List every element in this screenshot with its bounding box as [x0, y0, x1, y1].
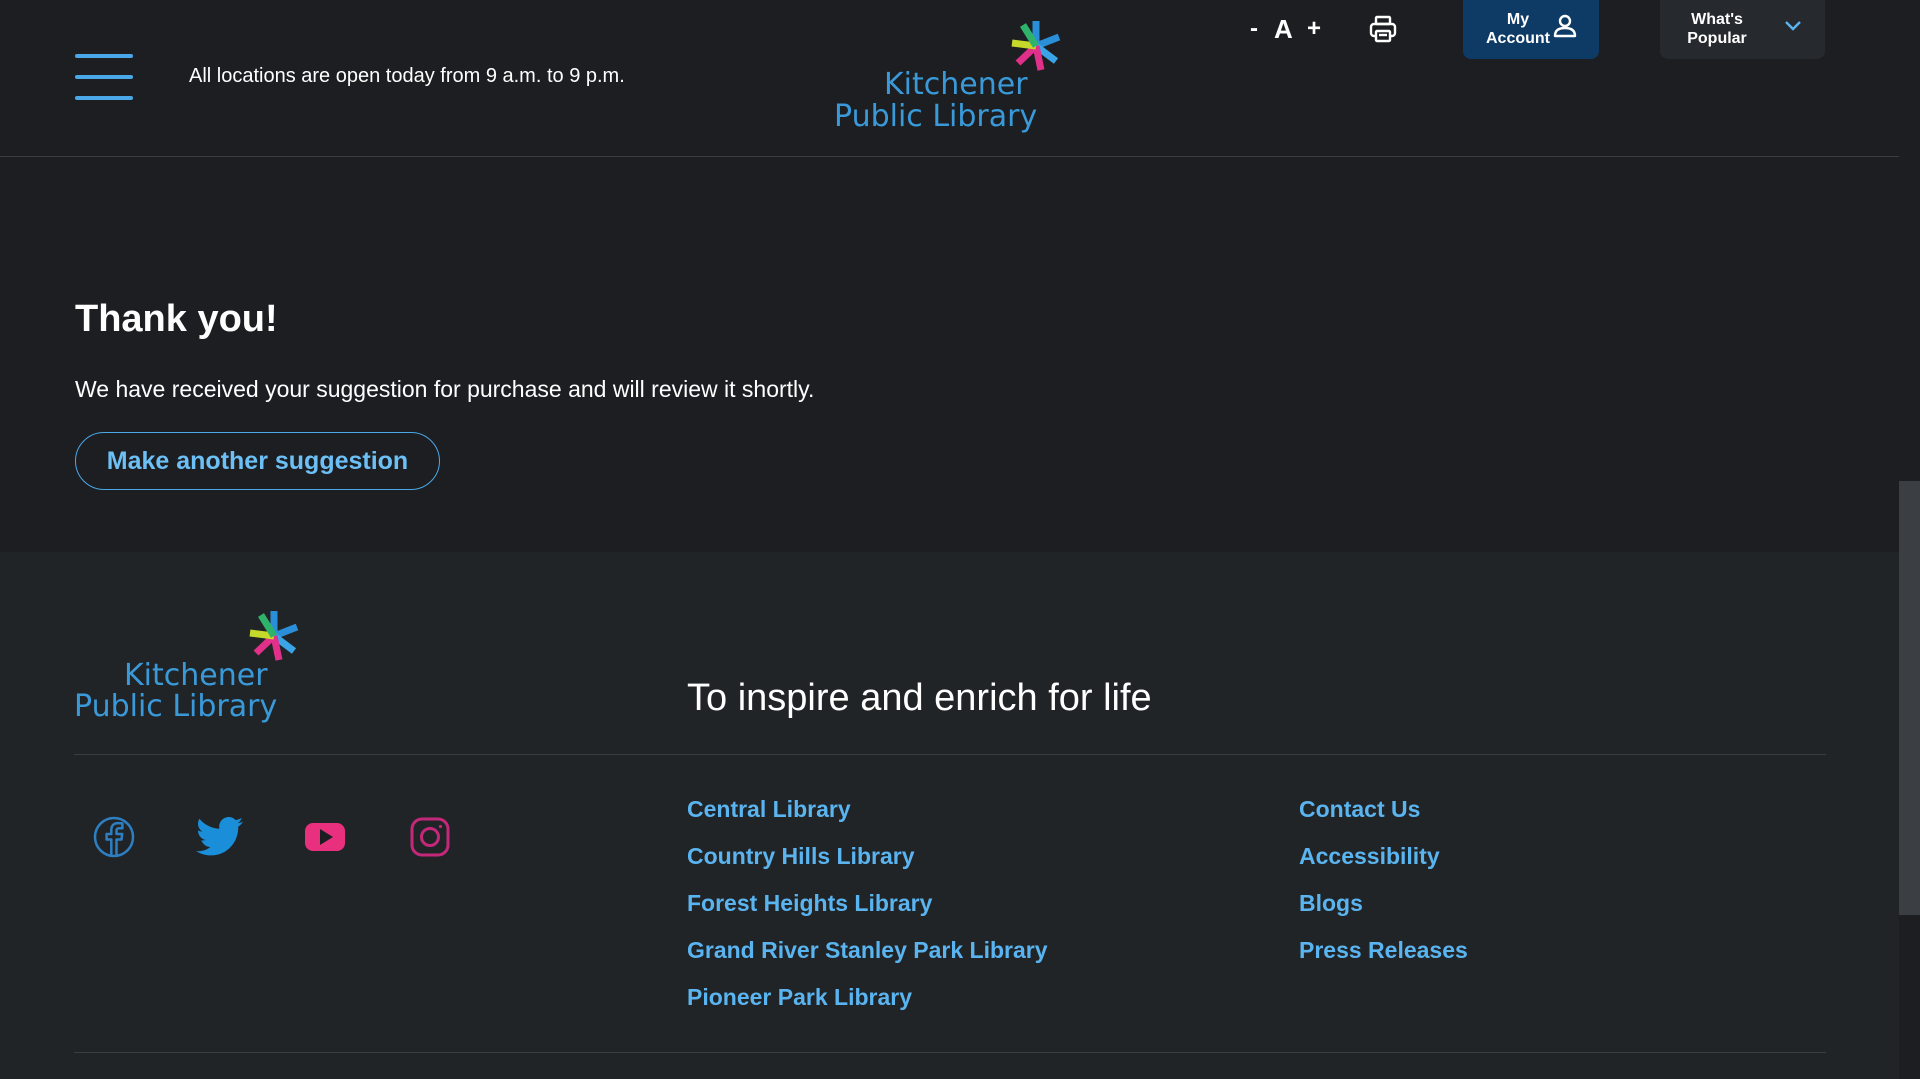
popular-label-line-2: Popular: [1687, 30, 1747, 47]
decrease-font-button[interactable]: -: [1250, 14, 1258, 44]
page-title: Thank you!: [75, 298, 278, 340]
hours-notice: All locations are open today from 9 a.m.…: [189, 65, 625, 87]
scrollbar-thumb[interactable]: [1899, 481, 1920, 915]
site-footer: Kitchener Public Library To inspire and …: [0, 552, 1899, 1079]
footer-logo-line-2: Public Library: [74, 689, 278, 724]
chevron-down-icon: [1785, 21, 1801, 31]
whats-popular-dropdown[interactable]: What's Popular: [1660, 0, 1825, 59]
page: All locations are open today from 9 a.m.…: [0, 0, 1920, 1079]
footer-link-pioneer-park-library[interactable]: Pioneer Park Library: [687, 984, 912, 1011]
footer-link-contact-us[interactable]: Contact Us: [1299, 796, 1420, 823]
footer-link-grand-river-stanley-park-library[interactable]: Grand River Stanley Park Library: [687, 937, 1048, 964]
pinwheel-logo-icon: [1011, 21, 1061, 71]
footer-logo-line-1: Kitchener: [124, 658, 268, 693]
pinwheel-logo-icon: [249, 611, 299, 661]
confirmation-message: We have received your suggestion for pur…: [75, 376, 815, 402]
font-size-label: A: [1274, 14, 1293, 44]
popular-label-line-1: What's: [1691, 11, 1743, 28]
logo-line-1: Kitchener: [884, 67, 1028, 102]
print-icon[interactable]: [1368, 14, 1398, 44]
account-label-line-1: My: [1506, 11, 1530, 28]
footer-link-accessibility[interactable]: Accessibility: [1299, 843, 1440, 870]
youtube-icon[interactable]: [303, 815, 347, 859]
twitter-icon[interactable]: [196, 815, 244, 859]
footer-link-forest-heights-library[interactable]: Forest Heights Library: [687, 890, 932, 917]
my-account-button[interactable]: My Account: [1463, 0, 1599, 59]
footer-link-country-hills-library[interactable]: Country Hills Library: [687, 843, 914, 870]
make-another-suggestion-button[interactable]: Make another suggestion: [75, 432, 440, 490]
account-label-line-2: Account: [1486, 30, 1550, 47]
logo-line-2: Public Library: [834, 99, 1038, 134]
tagline: To inspire and enrich for life: [687, 677, 1152, 719]
increase-font-button[interactable]: +: [1307, 14, 1321, 44]
user-icon: [1553, 14, 1577, 38]
library-logo[interactable]: Kitchener Public Library: [834, 18, 1064, 138]
site-header: All locations are open today from 9 a.m.…: [0, 0, 1899, 157]
footer-divider: [74, 754, 1826, 755]
hamburger-menu-icon[interactable]: [75, 54, 133, 102]
footer-bottom-divider: [74, 1052, 1826, 1053]
instagram-icon[interactable]: [408, 815, 452, 859]
footer-link-blogs[interactable]: Blogs: [1299, 890, 1363, 917]
facebook-icon[interactable]: [92, 815, 136, 859]
footer-link-press-releases[interactable]: Press Releases: [1299, 937, 1468, 964]
footer-library-logo[interactable]: Kitchener Public Library: [74, 608, 314, 728]
footer-link-central-library[interactable]: Central Library: [687, 796, 851, 823]
